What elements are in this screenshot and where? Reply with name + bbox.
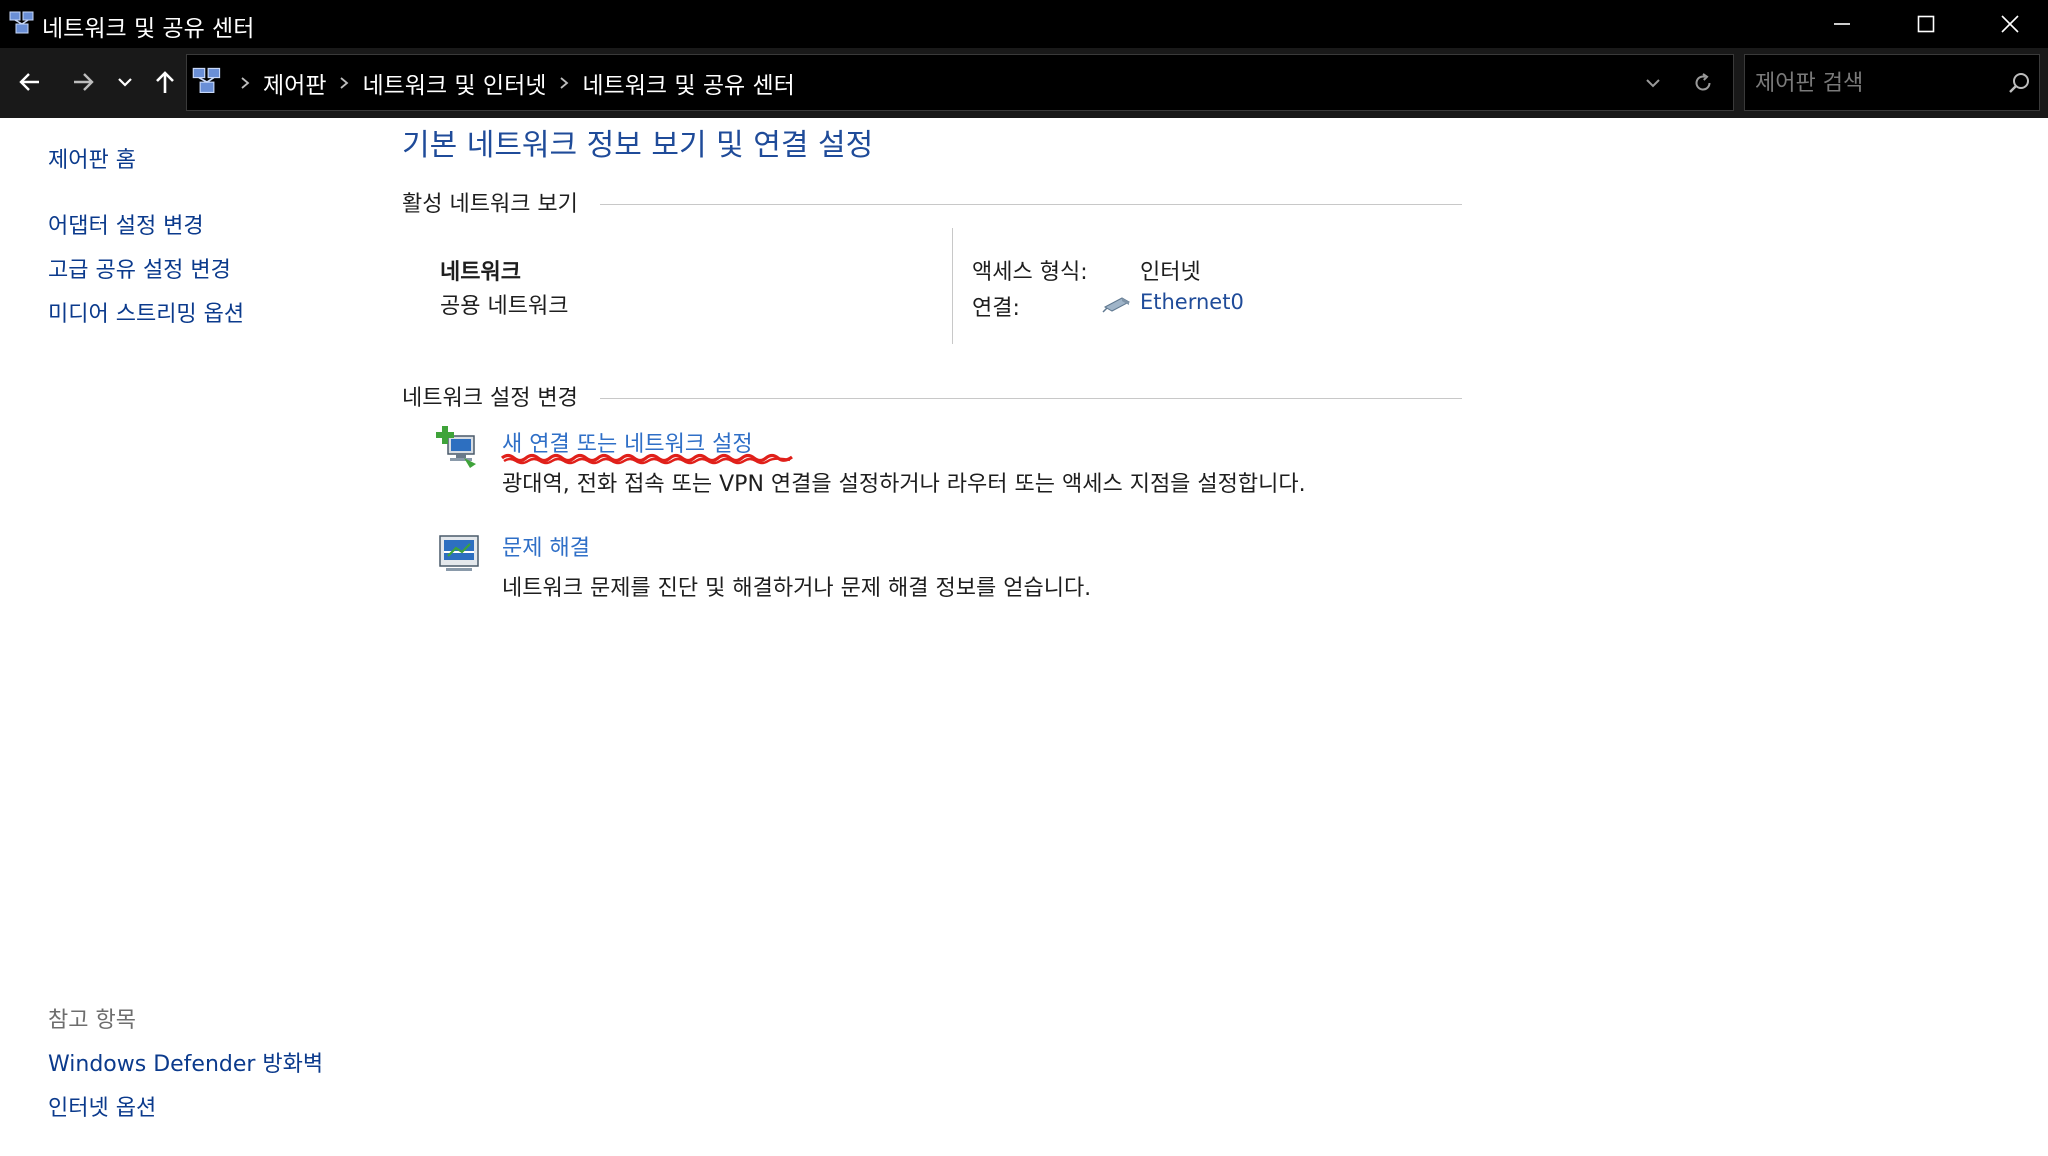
arrow-left-icon — [19, 73, 39, 91]
breadcrumb: 제어판 네트워크 및 인터넷 네트워크 및 공유 센터 — [227, 55, 795, 110]
network-add-icon — [436, 426, 476, 468]
search-box[interactable] — [1744, 54, 2040, 111]
search-icon[interactable] — [2007, 71, 2031, 95]
breadcrumb-network-sharing-center[interactable]: 네트워크 및 공유 센터 — [582, 66, 794, 100]
close-button[interactable] — [1968, 0, 2048, 48]
address-bar[interactable]: 제어판 네트워크 및 인터넷 네트워크 및 공유 센터 — [186, 54, 1734, 111]
network-info-divider — [952, 228, 953, 344]
change-advanced-sharing-link[interactable]: 고급 공유 설정 변경 — [48, 252, 231, 284]
change-adapter-settings-link[interactable]: 어댑터 설정 변경 — [48, 208, 204, 240]
access-type-value: 인터넷 — [1140, 260, 1201, 285]
active-networks-heading: 활성 네트워크 보기 — [402, 186, 588, 218]
chevron-down-icon — [1646, 79, 1660, 88]
troubleshoot-icon — [439, 535, 479, 571]
network-center-location-icon — [192, 67, 221, 93]
close-icon — [2001, 15, 2019, 33]
address-history-dropdown[interactable] — [1633, 65, 1673, 101]
refresh-icon — [1695, 73, 1711, 91]
windows-defender-firewall-link[interactable]: Windows Defender 방화벽 — [48, 1046, 323, 1078]
minimize-button[interactable] — [1800, 0, 1884, 48]
maximize-button[interactable] — [1884, 0, 1968, 48]
chevron-down-icon — [118, 78, 132, 87]
ethernet-icon — [1102, 297, 1131, 313]
arrow-right-icon — [74, 73, 94, 91]
setup-new-connection-description: 광대역, 전화 접속 또는 VPN 연결을 설정하거나 라우터 또는 액세스 지… — [502, 472, 1306, 497]
maximize-icon — [1917, 15, 1935, 33]
ethernet0-connection-link[interactable]: Ethernet0 — [1140, 290, 1244, 314]
breadcrumb-network-internet[interactable]: 네트워크 및 인터넷 — [362, 66, 546, 100]
refresh-button[interactable] — [1683, 65, 1723, 101]
navigation-bar: 제어판 네트워크 및 인터넷 네트워크 및 공유 센터 — [0, 48, 2048, 118]
access-type-label: 액세스 형식: — [972, 260, 1088, 285]
forward-button[interactable] — [63, 62, 103, 102]
network-type: 공용 네트워크 — [440, 294, 569, 319]
see-also-heading: 참고 항목 — [48, 1008, 136, 1033]
internet-options-link[interactable]: 인터넷 옵션 — [48, 1090, 156, 1122]
breadcrumb-separator-icon[interactable] — [338, 76, 350, 90]
red-underline-annotation — [500, 453, 793, 465]
section-divider — [600, 398, 1462, 399]
section-divider — [600, 204, 1462, 205]
connections-label: 연결: — [972, 296, 1020, 321]
control-panel-home-link[interactable]: 제어판 홈 — [48, 142, 136, 174]
back-button[interactable] — [10, 62, 50, 102]
page-title: 기본 네트워크 정보 보기 및 연결 설정 — [402, 128, 874, 163]
change-settings-heading: 네트워크 설정 변경 — [402, 380, 588, 412]
breadcrumb-separator-icon[interactable] — [558, 76, 570, 90]
network-name: 네트워크 — [440, 260, 521, 285]
up-button[interactable] — [145, 62, 185, 102]
search-input[interactable] — [1755, 63, 1995, 103]
task-pane: 제어판 홈 어댑터 설정 변경 고급 공유 설정 변경 미디어 스트리밍 옵션 … — [0, 118, 380, 1156]
recent-locations-button[interactable] — [108, 62, 142, 102]
media-streaming-options-link[interactable]: 미디어 스트리밍 옵션 — [48, 296, 244, 328]
troubleshoot-problems-description: 네트워크 문제를 진단 및 해결하거나 문제 해결 정보를 얻습니다. — [502, 576, 1092, 601]
title-bar: 네트워크 및 공유 센터 — [0, 0, 2048, 48]
troubleshoot-problems-link[interactable]: 문제 해결 — [502, 530, 590, 562]
minimize-icon — [1834, 23, 1850, 25]
breadcrumb-control-panel[interactable]: 제어판 — [263, 66, 326, 100]
network-center-app-icon — [9, 11, 34, 34]
breadcrumb-separator-icon[interactable] — [239, 76, 251, 90]
window-title: 네트워크 및 공유 센터 — [42, 16, 255, 42]
arrow-up-icon — [156, 71, 174, 93]
